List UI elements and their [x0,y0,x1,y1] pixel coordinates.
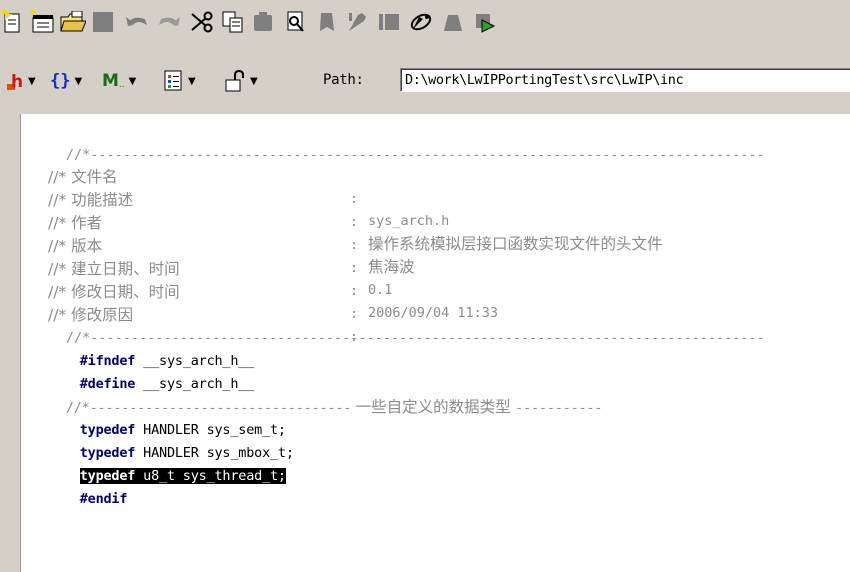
separator-line: //*-------------------------------------… [65,330,765,346]
comment-line: //* 建立日期、时间 : 2006/09/04 11:33 [48,260,499,321]
chevron-down-icon: ▼ [250,75,258,87]
chevron-down-icon: ▼ [28,75,36,87]
define-line: #define __sys_arch_h__ [79,376,255,392]
macro-icon: M [102,71,119,91]
braces-dropdown[interactable]: {} ▼ [50,68,82,94]
new-project-icon[interactable] [30,9,56,35]
braces-icon: {} [50,71,71,91]
selected-typedef-line: typedef u8_t sys_thread_t; [48,443,286,484]
path-label: Path: [323,72,364,88]
macro-dropdown[interactable]: M.. ▼ [102,68,136,94]
typedef-line: typedef HANDLER sys_sem_t; [79,422,286,438]
comment-line: //* 文件名 : sys_arch.h [48,168,450,229]
svg-text:h: h [11,72,23,92]
bookmark-icon[interactable] [314,9,340,35]
panel-icon[interactable] [376,9,402,35]
comment-line: //* 作者 : 焦海波 [48,214,415,276]
path-input[interactable]: D:\work\LwIPPortingTest\src\LwIP\inc [400,68,850,92]
main-toolbar [0,0,850,42]
redo-icon[interactable] [156,9,182,35]
header-file-dropdown[interactable]: h ▼ [6,68,36,94]
cut-icon[interactable] [188,9,214,35]
code-editor[interactable]: //*-------------------------------------… [20,114,850,572]
chevron-down-icon: ▼ [188,75,196,87]
comment-line: //* 功能描述 : 操作系统模拟层接口函数实现文件的头文件 [48,191,663,253]
lock-icon [225,70,244,92]
build-icon[interactable] [440,9,466,35]
undo-icon[interactable] [124,9,150,35]
h-file-icon: h [7,72,23,92]
open-folder-icon[interactable] [60,9,86,35]
comment-line: //* 版本 : 0.1 [48,237,393,298]
new-file-icon[interactable] [0,9,26,35]
copy-icon[interactable] [220,9,246,35]
comment-line: //* 修改日期、时间 : [48,283,359,322]
list-dropdown[interactable]: ▼ [164,68,196,94]
chevron-down-icon: ▼ [74,75,83,87]
lock-dropdown[interactable]: ▼ [224,68,258,94]
find-icon[interactable] [282,9,308,35]
path-toolbar: h ▼ {} ▼ M.. ▼ ▼ ▼ Path: D:\work\LwIPPor… [0,64,850,98]
run-icon[interactable] [472,9,498,35]
ifndef-line: #ifndef __sys_arch_h__ [79,353,255,369]
paste-icon[interactable] [250,9,276,35]
separator-line: //*-------------------------------------… [65,147,765,163]
save-icon[interactable] [90,9,116,35]
chevron-down-icon: ▼ [128,75,137,87]
settings-icon[interactable] [408,9,434,35]
comment-line: //* 修改原因 : [48,306,359,345]
typedef-line: typedef HANDLER sys_mbox_t; [79,445,294,461]
section-comment-line: //*--------------------------------- 一些自… [65,398,603,416]
endif-line: #endif [79,491,128,507]
tools-icon[interactable] [344,9,370,35]
list-icon [164,70,182,91]
